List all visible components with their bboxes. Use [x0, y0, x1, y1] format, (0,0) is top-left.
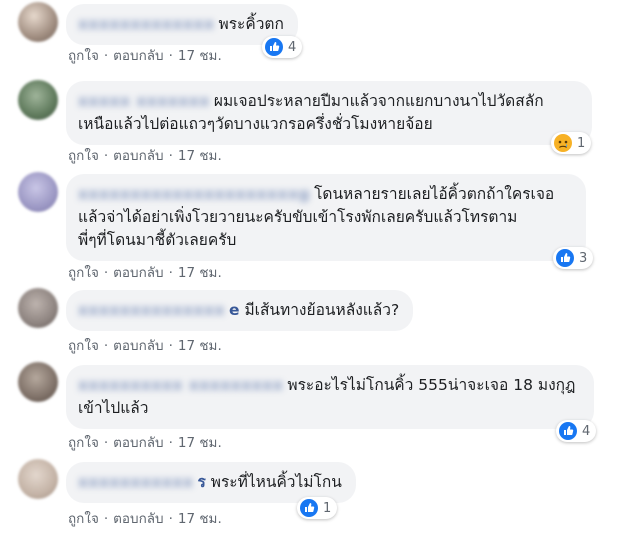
- reply-link[interactable]: ตอบกลับ: [113, 148, 163, 164]
- comment-text: มีเส้นทางย้อนหลังแล้ว?: [244, 301, 400, 319]
- comment-bubble: xxxxx xxxxxxx ผมเจอประหลายปีมาแล้วจากแยกบ…: [66, 81, 592, 145]
- like-icon: [556, 249, 574, 267]
- avatar[interactable]: [18, 459, 58, 499]
- comment-text-line: พี่ๆที่โดนมาชี้ตัวเลยครับ: [78, 231, 237, 249]
- commenter-name[interactable]: xxxxxxxxxxxxx: [78, 13, 214, 36]
- comment-text-line: โดนหลายรายเลยไอ้คิ้วตกถ้าใครเจอ: [314, 185, 555, 203]
- avatar[interactable]: [18, 362, 58, 402]
- like-icon: [300, 499, 318, 517]
- timestamp[interactable]: 17 ชม.: [178, 148, 222, 164]
- reaction-count: 1: [323, 500, 332, 516]
- like-link[interactable]: ถูกใจ: [68, 511, 99, 527]
- commenter-name[interactable]: xxxxxxxxxxx: [78, 471, 193, 494]
- sad-icon: [554, 134, 572, 152]
- timestamp[interactable]: 17 ชม.: [178, 511, 222, 527]
- avatar[interactable]: [18, 80, 58, 120]
- avatar[interactable]: [18, 172, 58, 212]
- reaction-count: 4: [288, 39, 297, 55]
- timestamp[interactable]: 17 ชม.: [178, 338, 222, 354]
- timestamp[interactable]: 17 ชม.: [178, 435, 222, 451]
- comment-text-line: เข้าไปแล้ว: [78, 399, 149, 417]
- timestamp[interactable]: 17 ชม.: [178, 48, 222, 64]
- comment-actions: ถูกใจ · ตอบกลับ · 17 ชม.: [68, 338, 222, 354]
- reaction-count: 1: [577, 135, 586, 151]
- commenter-name[interactable]: xxxxx xxxxxxx: [78, 90, 210, 113]
- reply-link[interactable]: ตอบกลับ: [113, 48, 163, 64]
- reply-link[interactable]: ตอบกลับ: [113, 511, 163, 527]
- reply-link[interactable]: ตอบกลับ: [113, 338, 163, 354]
- like-link[interactable]: ถูกใจ: [68, 148, 99, 164]
- commenter-name-tail[interactable]: ร: [197, 473, 205, 491]
- commenter-name[interactable]: xxxxxxxxxx xxxxxxxxx: [78, 374, 283, 397]
- comment-bubble: xxxxxxxxxx xxxxxxxxx พระอะไรไม่โกนคิ้ว 55…: [66, 365, 594, 429]
- reaction-summary[interactable]: 4: [262, 36, 303, 58]
- comment-bubble: xxxxxxxxxxxxxx e มีเส้นทางย้อนหลังแล้ว?: [66, 290, 414, 331]
- comment-actions: ถูกใจ · ตอบกลับ · 17 ชม.: [68, 48, 222, 64]
- comment-text: พระที่ไหนคิ้วไม่โกน: [210, 473, 342, 491]
- like-link[interactable]: ถูกใจ: [68, 338, 99, 354]
- commenter-name-tail[interactable]: e: [229, 301, 240, 319]
- avatar[interactable]: [18, 288, 58, 328]
- commenter-name[interactable]: xxxxxxxxxxxxxx: [78, 299, 225, 322]
- comment-text-line: พระอะไรไม่โกนคิ้ว 555น่าจะเจอ 18 มงกุฎ: [287, 376, 576, 394]
- reaction-summary[interactable]: 1: [297, 497, 338, 519]
- like-link[interactable]: ถูกใจ: [68, 435, 99, 451]
- comment-actions: ถูกใจ · ตอบกลับ · 17 ชม.: [68, 435, 222, 451]
- reaction-summary[interactable]: 4: [556, 420, 597, 442]
- reaction-count: 3: [579, 250, 588, 266]
- timestamp[interactable]: 17 ชม.: [178, 265, 222, 281]
- comment-actions: ถูกใจ · ตอบกลับ · 17 ชม.: [68, 148, 222, 164]
- comment-actions: ถูกใจ · ตอบกลับ · 17 ชม.: [68, 511, 222, 527]
- comment-text: พระคิ้วตก: [218, 15, 284, 33]
- like-link[interactable]: ถูกใจ: [68, 265, 99, 281]
- reaction-count: 4: [582, 423, 591, 439]
- comment-text-line: เหนือแล้วไปต่อแถวๆวัดบางแวกรอครึ่งชั่วโม…: [78, 115, 433, 133]
- reply-link[interactable]: ตอบกลับ: [113, 435, 163, 451]
- comment-bubble: xxxxxxxxxxxxx พระคิ้วตก: [66, 4, 298, 45]
- like-link[interactable]: ถูกใจ: [68, 48, 99, 64]
- comment-actions: ถูกใจ · ตอบกลับ · 17 ชม.: [68, 265, 222, 281]
- reply-link[interactable]: ตอบกลับ: [113, 265, 163, 281]
- comment-text-line: ผมเจอประหลายปีมาแล้วจากแยกบางนาไปวัดสลัก: [213, 92, 544, 110]
- comment-bubble: xxxxxxxxxxxxxxxxxxxxxg โดนหลายรายเลยไอ้คิ…: [66, 174, 586, 261]
- commenter-name[interactable]: xxxxxxxxxxxxxxxxxxxxxg: [78, 183, 310, 206]
- comment-text-line: แล้วจ่าได้อย่าเพิ่งโวยวายนะครับขับเข้าโร…: [78, 208, 518, 226]
- like-icon: [559, 422, 577, 440]
- avatar[interactable]: [18, 2, 58, 42]
- like-icon: [265, 38, 283, 56]
- reaction-summary[interactable]: 1: [551, 132, 592, 154]
- reaction-summary[interactable]: 3: [553, 247, 594, 269]
